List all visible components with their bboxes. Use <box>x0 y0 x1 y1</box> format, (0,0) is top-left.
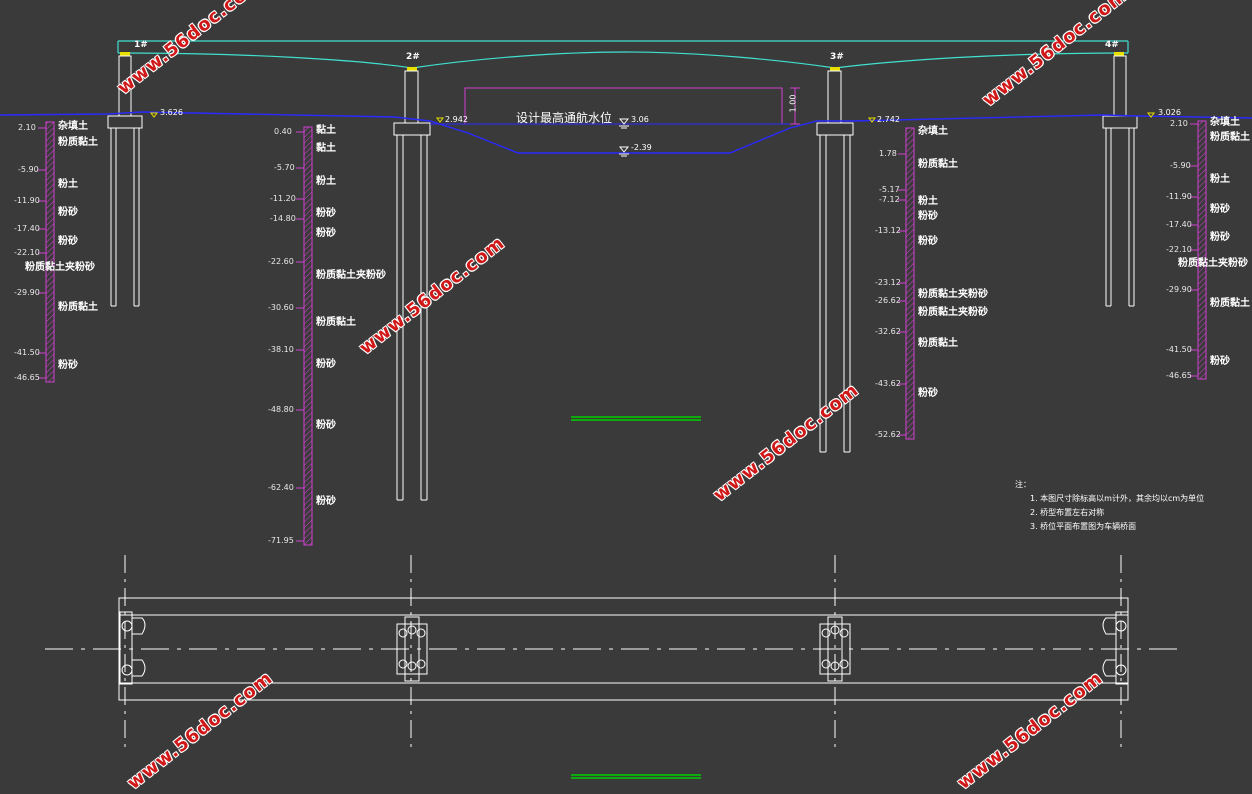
depth-label: -22.10 <box>1166 245 1192 254</box>
note-item: 3. 桥位平面布置图为车辆桥面 <box>1030 522 1137 531</box>
level-water: 3.06 <box>631 115 649 124</box>
level-left-bank: 3.626 <box>160 108 183 117</box>
level-riverbed: -2.39 <box>631 143 652 152</box>
depth-label: -17.40 <box>14 224 40 233</box>
soil-label: 粉砂 <box>918 211 938 222</box>
water-markers <box>618 118 630 157</box>
depth-label: 1.78 <box>879 149 897 158</box>
depth-label: -52.62 <box>875 430 901 439</box>
soil-label: 粉砂 <box>316 420 336 431</box>
soil-label: 粉土 <box>316 176 336 187</box>
depth-label: -22.60 <box>268 257 294 266</box>
level-right-bank: 3.026 <box>1158 108 1181 117</box>
soil-label: 粉砂 <box>316 208 336 219</box>
depth-label: -22.10 <box>14 248 40 257</box>
soil-label: 粉砂 <box>316 359 336 370</box>
soil-label: 粉土 <box>918 196 938 207</box>
soil-label: 杂填土 <box>918 126 948 137</box>
soil-label: 杂填土 <box>58 121 88 132</box>
depth-label: -41.50 <box>14 348 40 357</box>
soil-label: 粉质黏土 <box>918 338 958 349</box>
soil-label: 粉砂 <box>1210 204 1230 215</box>
depth-label: -13.12 <box>875 226 901 235</box>
soil-label: 粉砂 <box>918 236 938 247</box>
depth-label: -46.65 <box>14 373 40 382</box>
soil-label: 粉质黏土夹粉砂 <box>25 262 95 273</box>
depth-label: -32.62 <box>875 327 901 336</box>
depth-label: -11.90 <box>1166 192 1192 201</box>
note-item: 1. 本图尺寸除标高以m计外，其余均以cm为单位 <box>1030 494 1205 503</box>
soil-label: 黏土 <box>316 125 336 136</box>
depth-label: -7.12 <box>879 195 900 204</box>
note-item: 2. 桥型布置左右对称 <box>1030 508 1105 517</box>
soil-label: 粉砂 <box>1210 232 1230 243</box>
depth-label: -46.65 <box>1166 371 1192 380</box>
bearings <box>120 52 1124 71</box>
soil-label: 粉质黏土夹粉砂 <box>1178 258 1248 269</box>
box-height-label: 1.00 <box>788 94 798 113</box>
soil-label: 粉质黏土 <box>58 137 98 148</box>
depth-label: -48.80 <box>268 405 294 414</box>
depth-label: -23.12 <box>875 278 901 287</box>
soil-label: 粉质黏土 <box>316 317 356 328</box>
soil-label: 粉砂 <box>58 360 78 371</box>
depth-label: -41.50 <box>1166 345 1192 354</box>
pier-label-1: 1# <box>134 40 148 50</box>
soil-label: 粉砂 <box>58 236 78 247</box>
depth-label: -5.70 <box>274 163 295 172</box>
pier-label-4: 4# <box>1105 40 1119 50</box>
soil-label: 粉砂 <box>918 388 938 399</box>
depth-label: -5.90 <box>1170 161 1191 170</box>
depth-label: -29.90 <box>1166 285 1192 294</box>
soil-label: 粉砂 <box>58 207 78 218</box>
borehole-columns <box>45 120 1207 546</box>
depth-label: -11.90 <box>14 196 40 205</box>
depth-label: 2.10 <box>18 123 36 132</box>
depth-label: -5.17 <box>879 185 900 194</box>
depth-label: 2.10 <box>1170 119 1188 128</box>
soil-label: 粉砂 <box>1210 356 1230 367</box>
depth-label: -29.90 <box>14 288 40 297</box>
soil-label: 粉质黏土 <box>918 159 958 170</box>
soil-label: 粉土 <box>1210 174 1230 185</box>
depth-label: -17.40 <box>1166 220 1192 229</box>
notes-heading: 注： <box>1015 480 1031 489</box>
depth-label: -30.60 <box>268 303 294 312</box>
bridge-drawing-canvas <box>0 40 1252 779</box>
depth-label: -38.10 <box>268 345 294 354</box>
soil-label: 杂填土 <box>1210 117 1240 128</box>
level-pier2: 2.942 <box>445 115 468 124</box>
bridge-deck <box>117 40 1129 69</box>
soil-label: 黏土 <box>316 143 336 154</box>
soil-label: 粉质黏土夹粉砂 <box>918 289 988 300</box>
depth-label: -71.95 <box>268 536 294 545</box>
depth-label: -5.90 <box>18 165 39 174</box>
soil-label: 粉质黏土 <box>58 302 98 313</box>
plan-pile-caps <box>119 611 1129 685</box>
navigation-level-label: 设计最高通航水位 <box>516 111 613 125</box>
soil-label: 粉质黏土 <box>1210 298 1250 309</box>
level-pier3: 2.742 <box>877 115 900 124</box>
depth-label: -11.20 <box>270 194 296 203</box>
pier-label-2: 2# <box>406 52 420 62</box>
soil-label: 粉质黏土夹粉砂 <box>918 307 988 318</box>
depth-label: -62.40 <box>268 483 294 492</box>
depth-label: -43.62 <box>875 379 901 388</box>
soil-label: 粉砂 <box>316 228 336 239</box>
depth-label: -14.80 <box>270 214 296 223</box>
soil-label: 粉砂 <box>316 496 336 507</box>
soil-label: 粉土 <box>58 179 78 190</box>
depth-label: -26.62 <box>875 296 901 305</box>
soil-label: 粉质黏土夹粉砂 <box>316 270 386 281</box>
depth-label: 0.40 <box>274 127 292 136</box>
pier-label-3: 3# <box>830 52 844 62</box>
soil-label: 粉质黏土 <box>1210 132 1250 143</box>
